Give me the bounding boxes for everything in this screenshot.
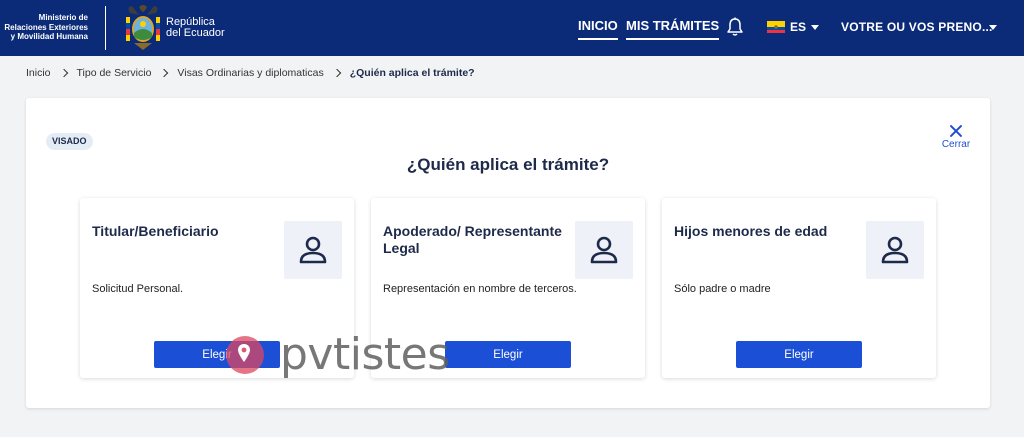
- nav-inicio[interactable]: INICIO: [578, 18, 618, 40]
- choose-button-apoderado[interactable]: Elegir: [445, 341, 571, 368]
- chevron-down-icon[interactable]: [811, 25, 819, 30]
- choose-button-hijos[interactable]: Elegir: [736, 341, 862, 368]
- chevron-down-icon[interactable]: [989, 25, 997, 30]
- card-description: Sólo padre o madre: [674, 283, 771, 295]
- breadcrumb-tipo-servicio[interactable]: Tipo de Servicio: [77, 67, 152, 79]
- nav-mis-tramites[interactable]: MIS TRÁMITES: [626, 18, 720, 40]
- choose-button-titular[interactable]: Elegir: [154, 341, 280, 368]
- chevron-right-icon: [59, 68, 68, 78]
- card-title: Apoderado/ Representante Legal: [383, 223, 562, 256]
- close-button[interactable]: Cerrar: [938, 124, 974, 150]
- user-icon: [284, 221, 342, 279]
- card-description: Solicitud Personal.: [92, 283, 184, 295]
- ministry-line-1: Ministerio de: [38, 13, 88, 22]
- option-card-hijos: Hijos menores de edad Sólo padre o madre…: [662, 198, 936, 378]
- breadcrumb-inicio[interactable]: Inicio: [26, 67, 51, 79]
- ministry-line-2: Relaciones Exteriores: [4, 22, 88, 32]
- status-badge: VISADO: [46, 133, 93, 150]
- ministry-name[interactable]: Ministerio de Relaciones Exteriores y Mo…: [4, 13, 88, 42]
- bell-icon[interactable]: [726, 17, 744, 37]
- card-title: Titular/Beneficiario: [92, 223, 219, 239]
- breadcrumb-visas[interactable]: Visas Ordinarias y diplomaticas: [177, 67, 323, 79]
- page-title: ¿Quién aplica el trámite?: [406, 155, 610, 174]
- user-icon: [866, 221, 924, 279]
- user-menu[interactable]: VOTRE OU VOS PRENO...: [841, 20, 993, 34]
- breadcrumb: Inicio Tipo de Servicio Visas Ordinarias…: [26, 67, 475, 79]
- ecuador-flag-icon[interactable]: [767, 21, 785, 33]
- option-card-apoderado: Apoderado/ Representante Legal Represent…: [371, 198, 645, 378]
- ecuador-crest-icon: [126, 5, 160, 50]
- selection-panel: VISADO Cerrar ¿Quién aplica el trámite? …: [26, 98, 990, 408]
- card-description: Representación en nombre de terceros.: [383, 283, 577, 295]
- republic-label: República del Ecuador: [166, 17, 225, 39]
- breadcrumb-current: ¿Quién aplica el trámite?: [349, 67, 475, 79]
- card-title: Hijos menores de edad: [674, 223, 828, 239]
- chevron-right-icon: [332, 68, 341, 78]
- user-icon: [575, 221, 633, 279]
- chevron-right-icon: [160, 68, 169, 78]
- option-card-titular: Titular/Beneficiario Solicitud Personal.…: [80, 198, 354, 378]
- top-header: Ministerio de Relaciones Exteriores y Mo…: [0, 0, 1024, 56]
- language-selector[interactable]: ES: [790, 20, 806, 34]
- republic-line-2: del Ecuador: [166, 27, 225, 39]
- ministry-line-3: y Movilidad Humana: [10, 32, 88, 41]
- close-icon[interactable]: [949, 124, 963, 138]
- close-label[interactable]: Cerrar: [938, 139, 974, 150]
- header-divider: [105, 6, 106, 50]
